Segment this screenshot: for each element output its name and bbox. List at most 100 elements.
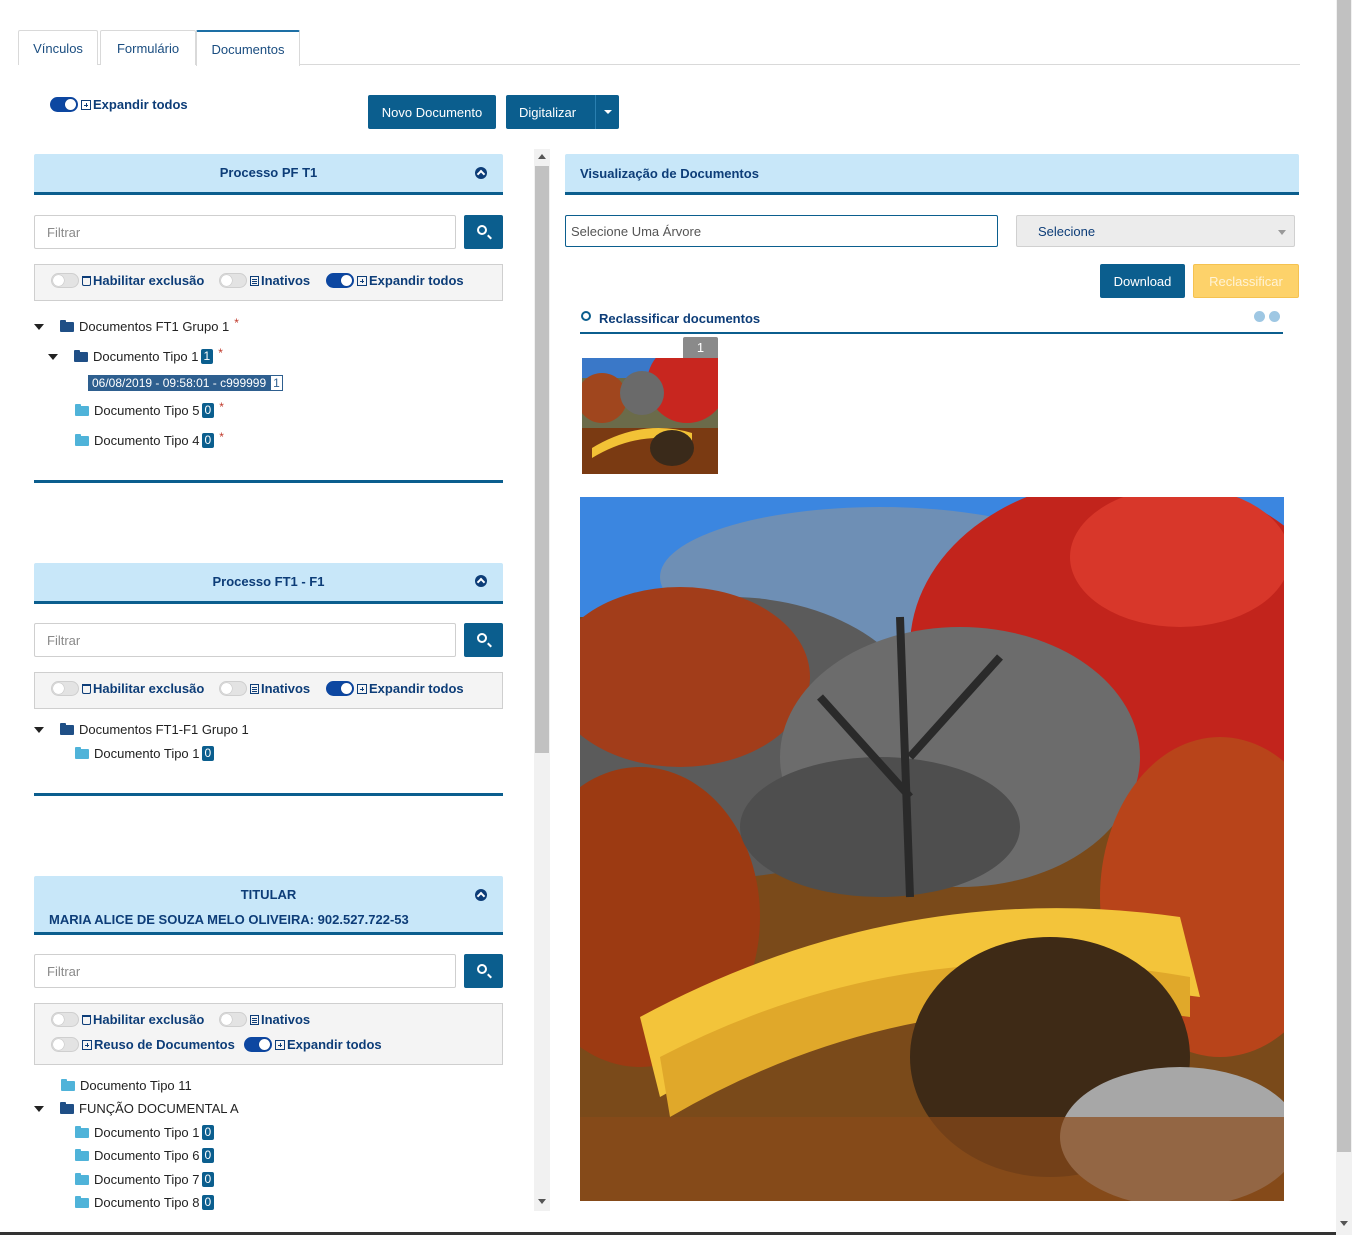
search-button[interactable] — [464, 954, 503, 988]
search-button[interactable] — [464, 215, 503, 249]
reclassify-documents-link[interactable]: Reclassificar documentos — [599, 311, 760, 326]
tree-node-type5[interactable]: Documento Tipo 5 0 * — [75, 400, 224, 418]
tree-node-type1[interactable]: Documento Tipo 1 0 — [75, 1125, 215, 1140]
tree-node-type1[interactable]: Documento Tipo 1 1 * — [48, 346, 223, 364]
left-scrollbar[interactable] — [534, 149, 550, 1211]
folder-icon — [75, 1172, 89, 1185]
tab-vinculos[interactable]: Vínculos — [18, 30, 98, 65]
inactive-toggle[interactable]: Inativos — [219, 681, 310, 696]
scan-button[interactable]: Digitalizar — [506, 95, 619, 129]
panel-header-titular[interactable]: TITULAR MARIA ALICE DE SOUZA MELO OLIVEI… — [34, 876, 503, 935]
scroll-down-arrow[interactable] — [1340, 1221, 1348, 1226]
document-preview-image — [580, 497, 1284, 1201]
scroll-down-arrow[interactable] — [538, 1199, 546, 1204]
tree-select[interactable]: Selecione Uma Árvore — [565, 215, 998, 247]
previous-icon[interactable] — [1254, 311, 1265, 322]
panel-header-processo-ft1-f1[interactable]: Processo FT1 - F1 — [34, 563, 503, 604]
search-button[interactable] — [464, 623, 503, 657]
tab-bar: Vínculos Formulário Documentos — [18, 30, 1300, 66]
folder-open-icon — [74, 349, 88, 362]
filter-input[interactable]: Filtrar — [34, 623, 456, 657]
caret-down-icon[interactable] — [34, 726, 44, 733]
caret-down-icon[interactable] — [34, 1105, 44, 1112]
download-button[interactable]: Download — [1100, 264, 1185, 298]
expand-all-toggle[interactable]: Expandir todos — [50, 97, 188, 112]
plus-square-icon — [82, 1039, 92, 1050]
filter-input[interactable]: Filtrar — [34, 954, 456, 988]
toggle-switch[interactable] — [51, 1012, 79, 1027]
chevron-up-icon[interactable] — [475, 167, 487, 179]
caret-down-icon[interactable] — [34, 323, 44, 330]
panel-title: TITULAR — [240, 887, 297, 902]
expand-all-label: Expandir todos — [93, 97, 188, 112]
enable-delete-toggle[interactable]: Habilitar exclusão — [51, 1012, 204, 1027]
reuse-documents-toggle[interactable]: Reuso de Documentos — [51, 1037, 235, 1052]
enable-delete-label: Habilitar exclusão — [93, 1012, 205, 1027]
tab-formulario[interactable]: Formulário — [100, 30, 196, 65]
enable-delete-label: Habilitar exclusão — [93, 273, 205, 288]
count-badge: 0 — [201, 1172, 215, 1187]
expand-all-toggle[interactable]: Expandir todos — [326, 681, 464, 696]
folder-icon — [75, 1195, 89, 1208]
tree-node-type4[interactable]: Documento Tipo 4 0 * — [75, 430, 224, 448]
expand-all-toggle[interactable]: Expandir todos — [326, 273, 464, 288]
tree-node-type6[interactable]: Documento Tipo 6 0 — [75, 1148, 215, 1163]
panel-header-processo-pf-t1[interactable]: Processo PF T1 — [34, 154, 503, 195]
toggle-switch[interactable] — [326, 681, 354, 696]
tree-node-selected-document[interactable]: 06/08/2019 - 09:58:01 - c999999 1 — [88, 375, 283, 391]
tree-node-group[interactable]: FUNÇÃO DOCUMENTAL A — [34, 1101, 239, 1116]
trash-icon — [82, 275, 91, 286]
scroll-thumb[interactable] — [1337, 0, 1351, 1152]
tree-node-type11[interactable]: Documento Tipo 11 — [61, 1078, 192, 1093]
scroll-thumb[interactable] — [535, 166, 549, 753]
scan-dropdown-toggle[interactable] — [595, 95, 619, 129]
plus-square-icon — [275, 1039, 285, 1050]
toggle-switch[interactable] — [51, 1037, 79, 1052]
tree-node-type1[interactable]: Documento Tipo 1 0 — [75, 746, 215, 761]
enable-delete-toggle[interactable]: Habilitar exclusão — [51, 273, 204, 288]
next-icon[interactable] — [1269, 311, 1280, 322]
enable-delete-toggle[interactable]: Habilitar exclusão — [51, 681, 204, 696]
window-scrollbar[interactable] — [1336, 0, 1352, 1235]
tree-node-group[interactable]: Documentos FT1-F1 Grupo 1 — [34, 722, 249, 737]
inactive-toggle[interactable]: Inativos — [219, 1012, 310, 1027]
tree-node-type7[interactable]: Documento Tipo 7 0 — [75, 1172, 215, 1187]
zoom-in-icon[interactable] — [581, 311, 591, 321]
document-select[interactable]: Selecione — [1016, 215, 1295, 247]
toggle-switch[interactable] — [50, 97, 78, 112]
document-thumbnail[interactable] — [582, 358, 718, 474]
inactive-toggle[interactable]: Inativos — [219, 273, 310, 288]
toggle-switch[interactable] — [219, 273, 247, 288]
toggle-switch[interactable] — [219, 1012, 247, 1027]
tree-node-type8[interactable]: Documento Tipo 8 0 — [75, 1195, 215, 1210]
new-document-button[interactable]: Novo Documento — [368, 95, 496, 129]
filter-input[interactable]: Filtrar — [34, 215, 456, 249]
options-box: Habilitar exclusão Inativos Reuso de Doc… — [34, 1003, 503, 1065]
count-badge: 0 — [201, 433, 215, 448]
tab-documentos[interactable]: Documentos — [196, 30, 300, 66]
toggle-switch[interactable] — [219, 681, 247, 696]
toggle-switch[interactable] — [244, 1037, 272, 1052]
count-badge: 0 — [201, 1195, 215, 1210]
scan-button-label: Digitalizar — [519, 104, 577, 120]
panel-separator — [34, 480, 503, 483]
toggle-switch[interactable] — [51, 681, 79, 696]
reclassify-button[interactable]: Reclassificar — [1193, 264, 1299, 298]
count-badge: 0 — [201, 1148, 215, 1163]
toggle-switch[interactable] — [326, 273, 354, 288]
chevron-up-icon[interactable] — [475, 889, 487, 901]
tree-node-group[interactable]: Documentos FT1 Grupo 1 * — [34, 315, 239, 334]
tree-node-label: Documento Tipo 1 — [93, 349, 199, 364]
toggle-switch[interactable] — [51, 273, 79, 288]
chevron-up-icon[interactable] — [475, 575, 487, 587]
count-badge: 0 — [201, 746, 215, 761]
tree-node-label: Documentos FT1-F1 Grupo 1 — [79, 722, 249, 737]
file-text-icon — [250, 275, 259, 286]
count-badge: 0 — [201, 403, 215, 418]
expand-all-toggle[interactable]: Expandir todos — [244, 1037, 382, 1052]
required-marker: * — [234, 315, 239, 330]
plus-square-icon — [357, 683, 367, 694]
scroll-up-arrow[interactable] — [538, 154, 546, 159]
caret-down-icon[interactable] — [48, 353, 58, 360]
tree-node-label: Documento Tipo 5 — [94, 403, 200, 418]
